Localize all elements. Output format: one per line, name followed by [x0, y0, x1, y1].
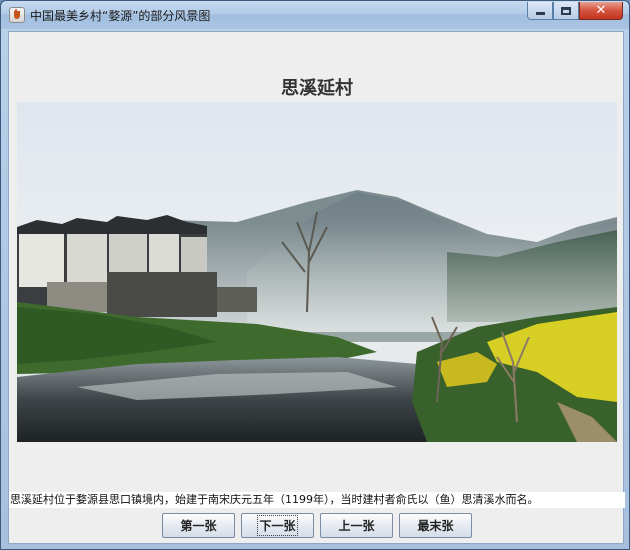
title-bar[interactable]: 中国最美乡村“婺源”的部分风景图 ✕: [1, 1, 629, 29]
minimize-button[interactable]: [527, 2, 553, 20]
window-controls: ✕: [527, 2, 623, 20]
landscape-image: [17, 102, 617, 442]
first-button[interactable]: 第一张: [162, 513, 235, 538]
first-button-label: 第一张: [180, 519, 217, 533]
scenery-photo: [17, 102, 617, 442]
close-button[interactable]: ✕: [579, 2, 623, 20]
previous-button[interactable]: 上一张: [320, 513, 393, 538]
last-button[interactable]: 最末张: [399, 513, 472, 538]
app-window: 中国最美乡村“婺源”的部分风景图 ✕ 思溪延村 思溪延村位于婺源县思口镇境内，始…: [0, 0, 630, 550]
next-button[interactable]: 下一张: [241, 513, 314, 538]
close-icon: ✕: [595, 3, 607, 18]
photo-caption: 思溪延村位于婺源县思口镇境内，始建于南宋庆元五年（1199年），当时建村者俞氏以…: [9, 492, 625, 508]
java-app-icon: [9, 7, 25, 23]
next-button-label: 下一张: [257, 515, 298, 536]
page-title: 思溪延村: [281, 78, 353, 99]
previous-button-label: 上一张: [338, 519, 375, 533]
maximize-icon: [561, 6, 571, 15]
navigation-buttons: 第一张 下一张 上一张 最末张: [9, 513, 625, 538]
last-button-label: 最末张: [417, 519, 454, 533]
maximize-button[interactable]: [553, 2, 579, 20]
content-panel: 思溪延村 思溪延村位于婺源县思口镇境内，始建于南宋庆元五年（1199年），当时建…: [8, 31, 625, 544]
minimize-icon: [535, 12, 545, 15]
window-title: 中国最美乡村“婺源”的部分风景图: [30, 9, 211, 23]
